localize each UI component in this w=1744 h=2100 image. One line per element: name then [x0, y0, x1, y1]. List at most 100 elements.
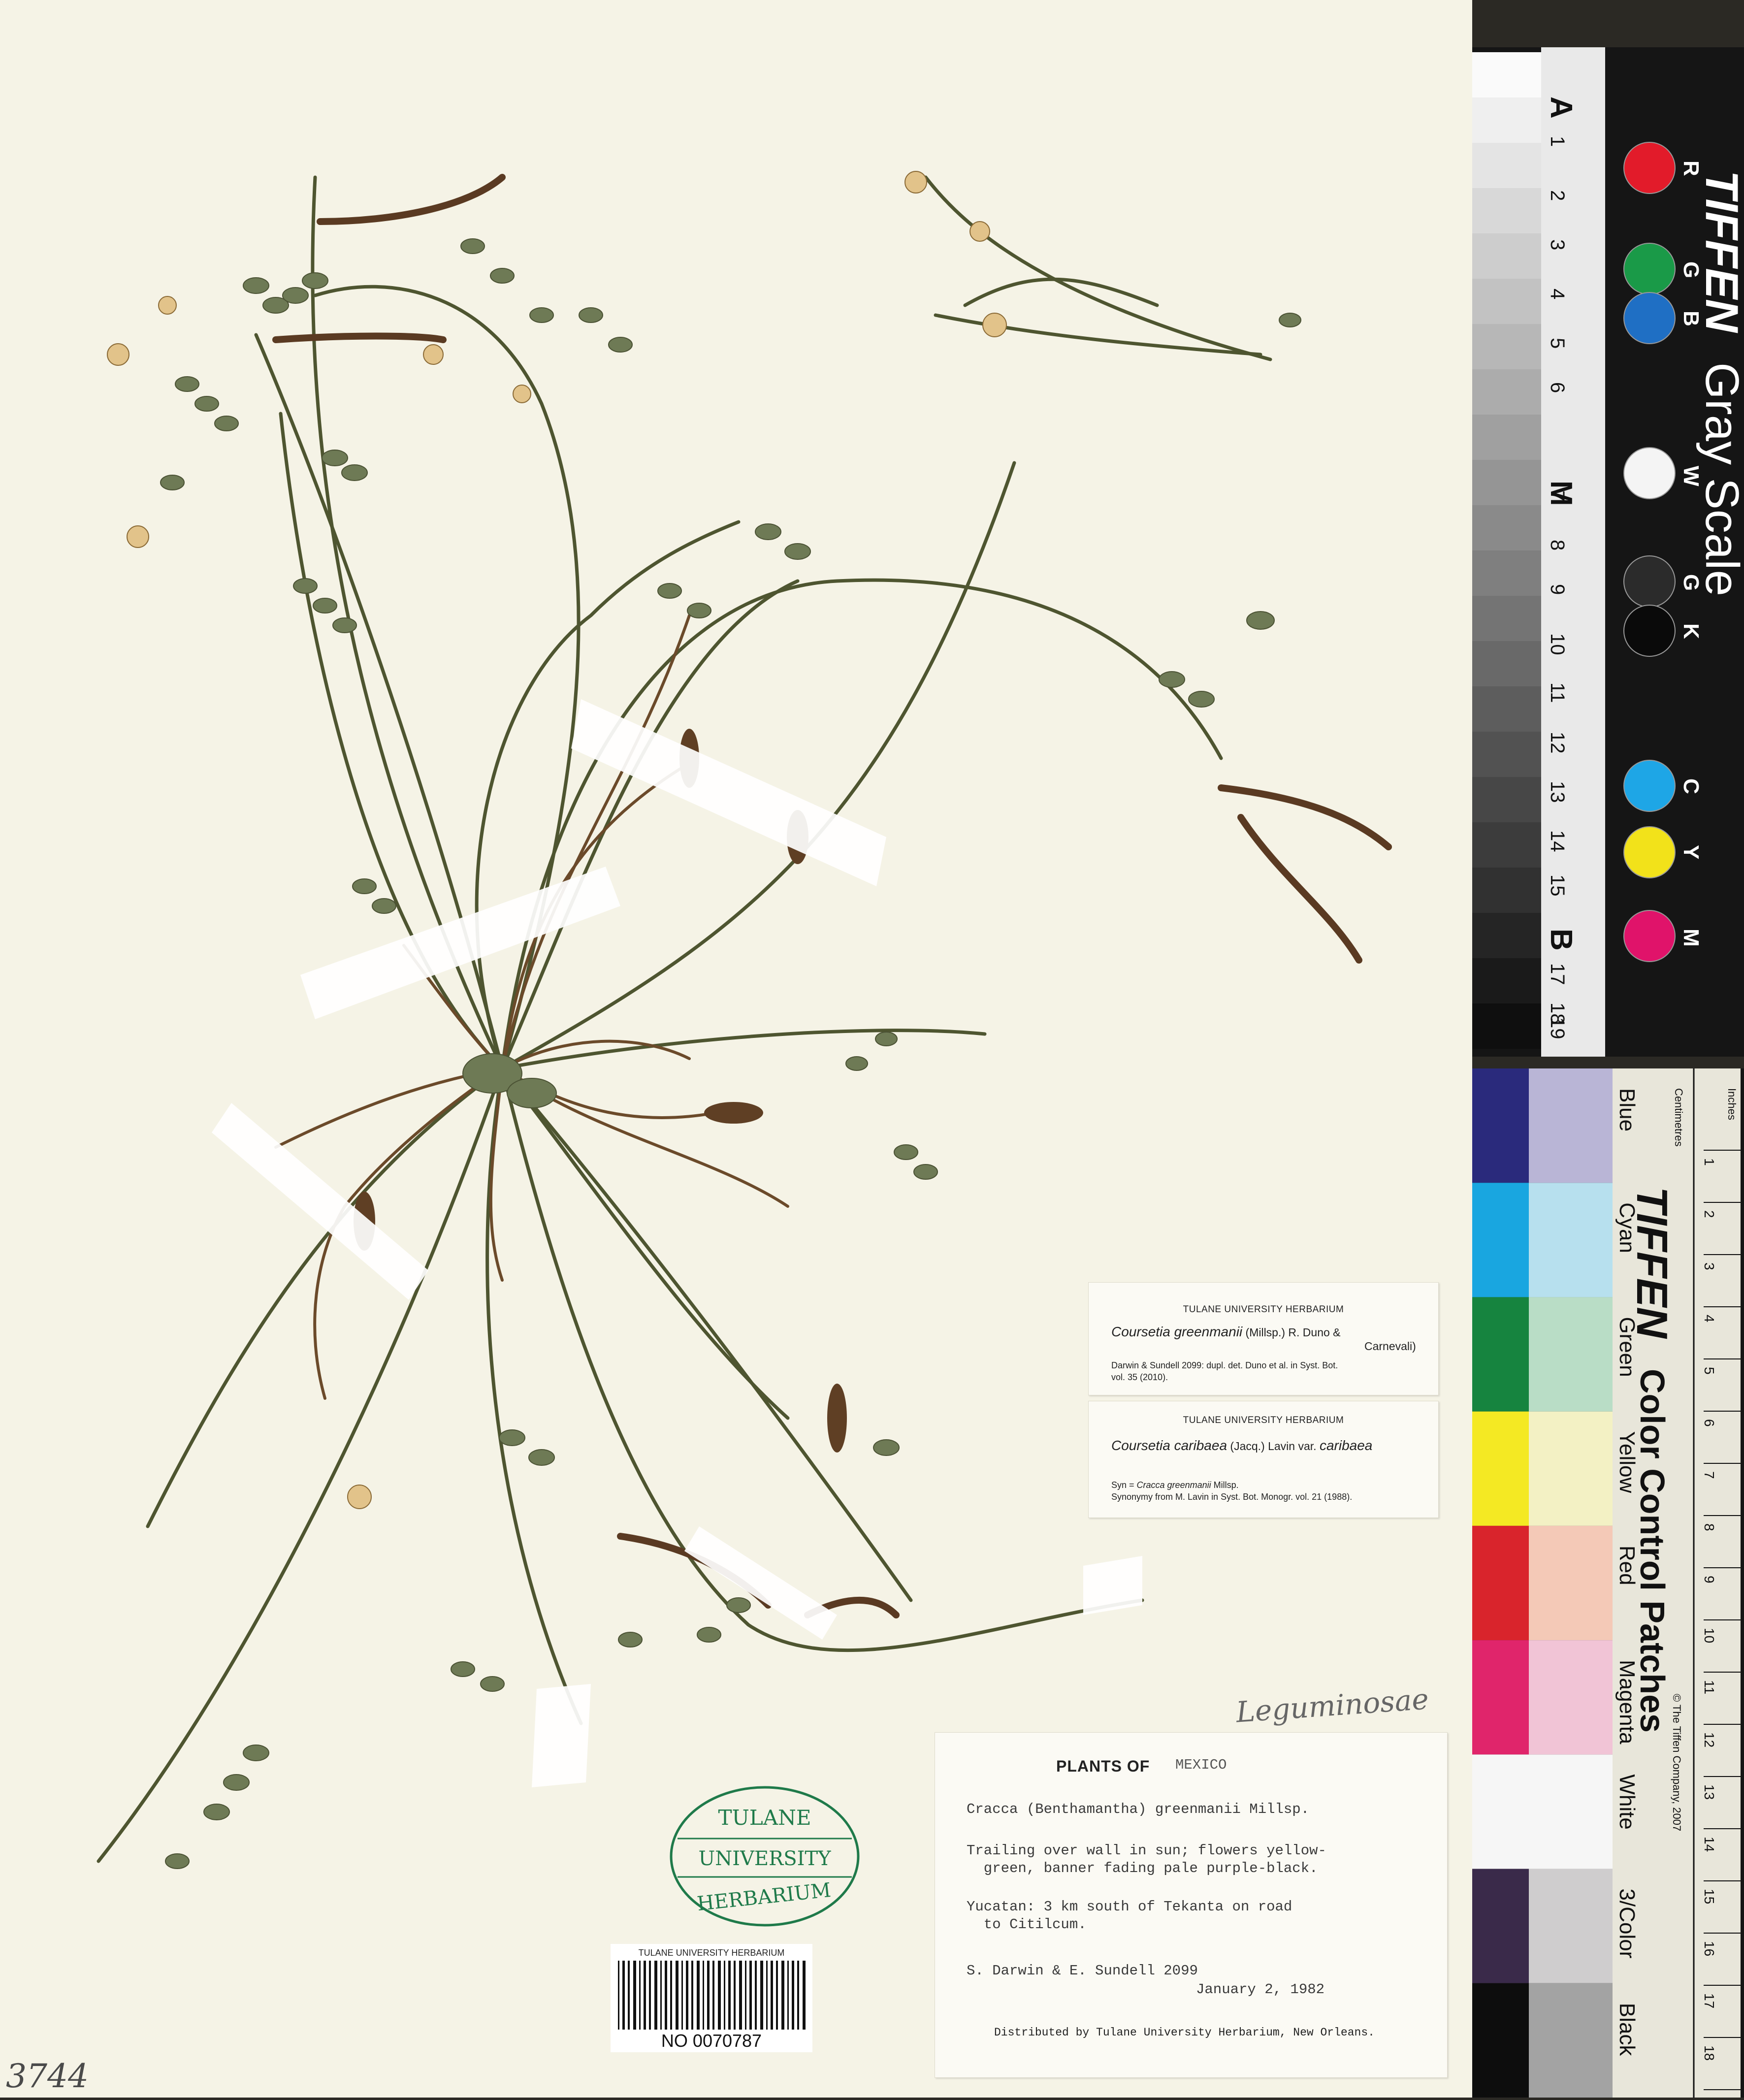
color-patch [1472, 1525, 1529, 1641]
scale-number: 19 [1547, 1017, 1568, 1039]
barcode-bar [691, 1961, 693, 2030]
barcode-bar [676, 1961, 678, 2030]
barcode-bar [618, 1961, 619, 2030]
pale-patch [1529, 1183, 1613, 1297]
dot-label: Y [1679, 845, 1703, 859]
pale-patch [1529, 1983, 1613, 2098]
pale-patch [1529, 1754, 1613, 1869]
det-note-line-2: vol. 35 (2010). [1111, 1372, 1168, 1382]
color-patch [1472, 1983, 1529, 2098]
ruler-number: 7 [1702, 1471, 1717, 1479]
det-label-taxon: Coursetia caribaea (Jacq.) Lavin var. ca… [1111, 1438, 1372, 1454]
barcode-bar [745, 1961, 746, 2030]
dot-label: W [1679, 466, 1703, 486]
synonym-authors: Millsp. [1211, 1480, 1239, 1490]
barcode-bar [724, 1961, 725, 2030]
scale-number: 4 [1547, 289, 1568, 299]
gray-step [1472, 52, 1541, 97]
patch-label: White [1615, 1774, 1639, 1829]
pale-patch [1529, 1640, 1613, 1755]
sheet-number-handwritten: 3744 [6, 2057, 89, 2095]
color-dot [1623, 292, 1676, 344]
barcode-bar [749, 1961, 752, 2030]
taxon-authors-continued: Carnevali) [1364, 1340, 1416, 1353]
barcode-bar [622, 1961, 625, 2030]
barcode-bar [712, 1961, 714, 2030]
pale-patch [1529, 1869, 1613, 1983]
scale-number: 14 [1547, 830, 1568, 852]
barcode-bar [771, 1961, 773, 2030]
pale-patch [1529, 1068, 1613, 1183]
color-dot [1623, 555, 1676, 608]
barcode-bar [728, 1961, 731, 2030]
label-country: MEXICO [1175, 1757, 1227, 1773]
distributed-by: Distributed by Tulane University Herbari… [994, 2026, 1375, 2039]
dot-label: B [1679, 311, 1703, 326]
taxon-authors: (Jacq.) Lavin var. [1227, 1440, 1320, 1453]
label-title: PLANTS OF [1056, 1757, 1150, 1775]
ruler-number: 11 [1702, 1680, 1717, 1694]
tiffen-logo: TIFFEN [1696, 170, 1744, 333]
ruler-number: 15 [1702, 1889, 1717, 1904]
barcode-number: NO 0070787 [661, 2031, 762, 2051]
barcode-bar [686, 1961, 688, 2030]
det-note-line-1: Darwin & Sundell 2099: dupl. det. Duno e… [1111, 1360, 1338, 1370]
copyright: © The Tiffen Company, 2007 [1671, 1694, 1683, 1831]
ruler-number: 1 [1702, 1158, 1717, 1166]
color-dot [1623, 142, 1676, 194]
barcode-caption: TULANE UNIVERSITY HERBARIUM [638, 1948, 785, 1958]
dot-label: K [1679, 623, 1703, 639]
scale-number: 9 [1547, 584, 1568, 595]
synonym-prefix: Syn = [1111, 1480, 1137, 1490]
barcode-bar [776, 1961, 778, 2030]
det-label-taxon: Coursetia greenmanii (Millsp.) R. Duno & [1111, 1324, 1341, 1340]
stamp-line-2: UNIVERSITY [698, 1847, 831, 1870]
barcode-bar [755, 1961, 757, 2030]
color-control-card: TIFFEN Color Control Patches © The Tiffe… [1472, 1068, 1744, 2100]
patch-label: Red [1615, 1546, 1639, 1585]
color-patch-chart: TIFFEN Color Control Patches © The Tiffe… [1472, 1068, 1741, 2100]
ruler-number: 16 [1702, 1941, 1717, 1956]
pale-patch [1529, 1525, 1613, 1641]
determination-label-1: TULANE UNIVERSITY HERBARIUM Coursetia gr… [1088, 1282, 1439, 1395]
color-dot [1623, 605, 1676, 657]
color-dot [1623, 760, 1676, 812]
barcode-bar [760, 1961, 763, 2030]
gray-step [1472, 460, 1541, 505]
ruler-number: 13 [1702, 1784, 1717, 1800]
gray-step [1472, 143, 1541, 188]
gray-step [1472, 868, 1541, 913]
taxon-authors: (Millsp.) R. Duno & [1242, 1326, 1341, 1339]
habitat-line-2: green, banner fading pale purple-black. [967, 1860, 1318, 1876]
ruler-number: 8 [1702, 1523, 1717, 1531]
barcode-bar [739, 1961, 742, 2030]
synonym-line: Syn = Cracca greenmanii Millsp. [1111, 1479, 1239, 1491]
scale-number: 13 [1547, 781, 1568, 803]
determination-label-2: TULANE UNIVERSITY HERBARIUM Coursetia ca… [1088, 1401, 1439, 1518]
barcode-bar [707, 1961, 710, 2030]
det-label-header: TULANE UNIVERSITY HERBARIUM [1183, 1304, 1344, 1315]
collection-label: PLANTS OF MEXICO Cracca (Benthamantha) g… [935, 1732, 1448, 2078]
locality-line-1: Yucatan: 3 km south of Tekanta on road [967, 1899, 1292, 1915]
ruler-number: 17 [1702, 1993, 1717, 2008]
barcode-bar [639, 1961, 641, 2030]
barcode-bar [787, 1961, 789, 2030]
ruler-number: 9 [1702, 1576, 1717, 1583]
gray-step [1472, 913, 1541, 958]
barcode-bar [670, 1961, 672, 2030]
gray-step [1472, 686, 1541, 732]
scale-number: 8 [1547, 540, 1568, 550]
gray-step [1472, 188, 1541, 233]
barcode-bar [697, 1961, 700, 2030]
taxon-variety: caribaea [1319, 1438, 1373, 1453]
dot-label: R [1679, 161, 1703, 176]
ruler-number: 18 [1702, 2045, 1717, 2061]
scale-number: 12 [1547, 732, 1568, 754]
scale-number: 2 [1547, 190, 1568, 201]
color-patch [1472, 1754, 1529, 1869]
barcode-bar [660, 1961, 662, 2030]
barcode-bar [644, 1961, 646, 2030]
dot-label: G [1679, 574, 1703, 591]
inches-label: Inches [1726, 1088, 1738, 1120]
collection-date: January 2, 1982 [1196, 1981, 1325, 1998]
